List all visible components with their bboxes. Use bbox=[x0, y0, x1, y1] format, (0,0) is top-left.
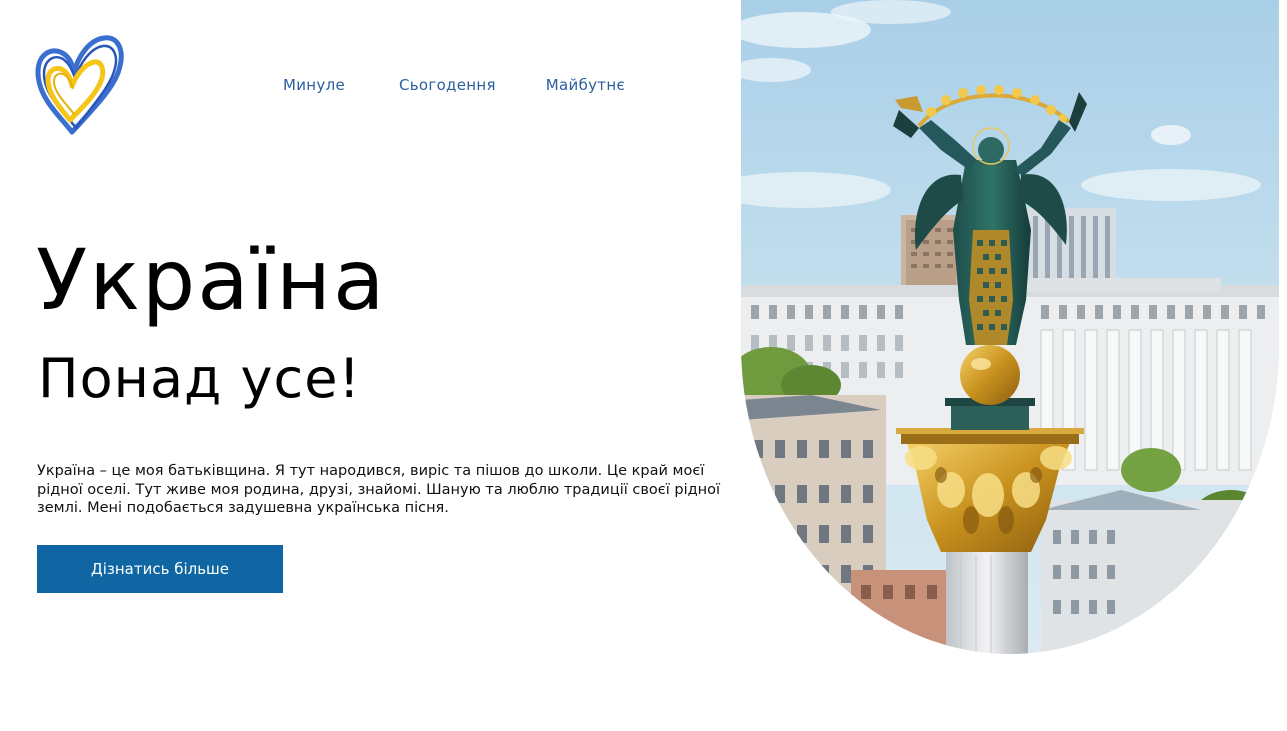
nav-item-present[interactable]: Сьогодення bbox=[399, 76, 496, 94]
nav-item-past[interactable]: Минуле bbox=[283, 76, 345, 94]
hero-subtitle: Понад усе! bbox=[38, 347, 362, 410]
page: Минуле Сьогодення Майбутнє Україна Понад… bbox=[0, 0, 1287, 731]
learn-more-button[interactable]: Дізнатись більше bbox=[37, 545, 283, 593]
main-nav: Минуле Сьогодення Майбутнє bbox=[283, 76, 625, 94]
heart-logo-icon[interactable] bbox=[30, 28, 126, 136]
nav-item-future[interactable]: Майбутнє bbox=[546, 76, 625, 94]
hero-description: Україна – це моя батьківщина. Я тут наро… bbox=[37, 463, 721, 516]
hero-image-independence-monument bbox=[741, 0, 1279, 654]
hero-title: Україна bbox=[36, 231, 387, 329]
